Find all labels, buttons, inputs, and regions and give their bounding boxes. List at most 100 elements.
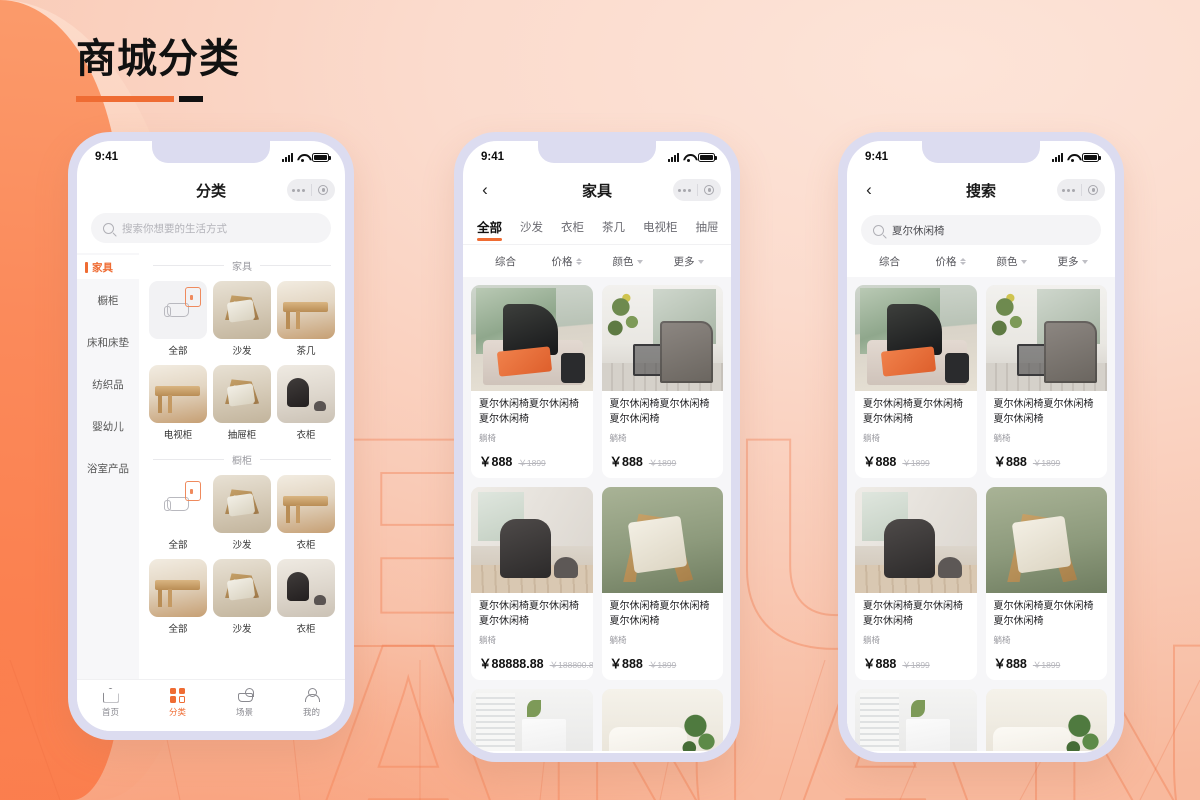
product-card[interactable]: 夏尔休闲椅夏尔休闲椅夏尔休闲椅 躺椅 ￥888 ￥1899: [855, 285, 977, 478]
filter-color[interactable]: 颜色: [981, 254, 1042, 269]
tab-tv-cabinet[interactable]: 电视柜: [634, 217, 687, 243]
filter-comprehensive[interactable]: 综合: [859, 254, 920, 269]
category-item[interactable]: 茶几: [277, 281, 335, 357]
phone1-search-placeholder: 搜索你想要的生活方式: [122, 222, 227, 235]
tab-drawer[interactable]: 抽屉: [687, 217, 728, 243]
mini-program-capsule[interactable]: [287, 179, 335, 201]
filter-more[interactable]: 更多: [1042, 254, 1103, 269]
sofa-placeholder-icon: [149, 281, 207, 339]
filter-label: 价格: [551, 256, 573, 268]
section-rule-left: [153, 458, 224, 460]
category-item[interactable]: 沙发: [213, 475, 271, 551]
filter-comprehensive[interactable]: 综合: [475, 254, 536, 269]
category-item[interactable]: 抽屉柜: [213, 365, 271, 441]
tab-scene[interactable]: 场景: [211, 687, 278, 718]
chevron-left-icon[interactable]: ‹: [473, 178, 497, 202]
product-card[interactable]: 夏尔休闲椅夏尔休闲椅夏尔休闲椅 躺椅 ￥888 ￥1899: [985, 487, 1107, 680]
sidebar-item-active[interactable]: 家具: [77, 255, 139, 279]
category-item[interactable]: 沙发: [213, 559, 271, 635]
phone-mockup-search-results: 9:41 ‹ 搜索 夏尔休闲椅 综合 价格 颜色 更多 夏尔休闲椅夏尔休闲椅夏尔…: [838, 132, 1124, 762]
product-card[interactable]: 夏尔休闲椅夏尔休闲椅夏尔休闲椅 躺椅 ￥888 ￥1899: [601, 689, 723, 751]
category-label: 全部: [168, 540, 188, 551]
category-item[interactable]: 全部: [149, 475, 207, 551]
sidebar-item[interactable]: 纺织品: [77, 363, 139, 405]
category-grid: 全部 沙发 衣柜 全部 沙发 衣柜: [147, 471, 337, 641]
category-item[interactable]: 衣柜: [277, 559, 335, 635]
product-title: 夏尔休闲椅夏尔休闲椅夏尔休闲椅: [609, 399, 710, 425]
product-card[interactable]: 夏尔休闲椅夏尔休闲椅夏尔休闲椅 躺椅 ￥888 ￥1899: [601, 487, 723, 680]
phone2-product-list[interactable]: 夏尔休闲椅夏尔休闲椅夏尔休闲椅 躺椅 ￥888 ￥1899 夏尔休闲椅夏尔休闲椅…: [463, 277, 731, 751]
status-indicators: [1052, 152, 1101, 162]
phone1-notch: [152, 141, 270, 163]
section-header: 橱柜: [147, 447, 337, 471]
tab-home[interactable]: 首页: [77, 687, 144, 718]
tab-sofa[interactable]: 沙发: [511, 217, 552, 243]
chevron-down-icon: [1020, 259, 1027, 264]
target-circle-icon[interactable]: [312, 185, 336, 195]
more-dots-icon[interactable]: [1057, 188, 1081, 192]
filter-label: 价格: [935, 256, 957, 268]
product-original-price: ￥1899: [648, 660, 677, 670]
filter-more[interactable]: 更多: [658, 254, 719, 269]
phone3-search-bar[interactable]: 夏尔休闲椅: [861, 215, 1101, 245]
category-thumb: [213, 365, 271, 423]
product-card[interactable]: 夏尔休闲椅夏尔休闲椅夏尔休闲椅 躺椅 ￥888 ￥1899: [985, 689, 1107, 751]
category-thumb: [277, 281, 335, 339]
sidebar-item[interactable]: 婴幼儿: [77, 405, 139, 447]
more-dots-icon[interactable]: [287, 188, 311, 192]
sidebar-item[interactable]: 浴室产品: [77, 447, 139, 489]
sidebar-item[interactable]: 橱柜: [77, 279, 139, 321]
sidebar-item-label: 纺织品: [92, 378, 124, 391]
product-card[interactable]: 夏尔休闲椅夏尔休闲椅夏尔休闲椅 躺椅 ￥888 ￥1899: [855, 487, 977, 680]
tab-wardrobe[interactable]: 衣柜: [552, 217, 593, 243]
product-subtitle: 躺椅: [863, 433, 881, 443]
category-item[interactable]: 全部: [149, 559, 207, 635]
chevron-left-icon[interactable]: ‹: [857, 178, 881, 202]
product-price: ￥888: [993, 455, 1027, 469]
product-title: 夏尔休闲椅夏尔休闲椅夏尔休闲椅: [993, 601, 1094, 627]
target-circle-icon[interactable]: [698, 185, 722, 195]
mini-program-capsule[interactable]: [673, 179, 721, 201]
category-item[interactable]: 沙发: [213, 281, 271, 357]
product-card[interactable]: 夏尔休闲椅夏尔休闲椅夏尔休闲椅 躺椅 ￥888 ￥1899: [471, 285, 593, 478]
tab-all[interactable]: 全部: [475, 215, 511, 244]
product-card[interactable]: 夏尔休闲椅夏尔休闲椅夏尔休闲椅 躺椅 ￥888 ￥1899: [471, 689, 593, 751]
target-circle-icon[interactable]: [1082, 185, 1106, 195]
category-thumb: [149, 475, 207, 533]
product-card[interactable]: 夏尔休闲椅夏尔休闲椅夏尔休闲椅 躺椅 ￥888 ￥1899: [601, 285, 723, 478]
category-item[interactable]: 衣柜: [277, 475, 335, 551]
underline-orange-segment: [76, 96, 174, 102]
product-card[interactable]: 夏尔休闲椅夏尔休闲椅夏尔休闲椅 躺椅 ￥888 ￥1899: [985, 285, 1107, 478]
chevron-down-icon: [697, 259, 704, 264]
category-item[interactable]: 电视柜: [149, 365, 207, 441]
mini-program-capsule[interactable]: [1057, 179, 1105, 201]
product-image: [471, 689, 593, 751]
tab-profile[interactable]: 我的: [278, 687, 345, 718]
section-rule-left: [153, 264, 224, 266]
phone1-category-content: 家具 全部 沙发 茶几 电视柜 抽屉柜 衣柜 橱柜 全部 沙发 衣柜 全部 沙发…: [139, 253, 345, 689]
category-item[interactable]: 衣柜: [277, 365, 335, 441]
product-image: [601, 487, 723, 593]
more-dots-icon[interactable]: [673, 188, 697, 192]
phone1-search-bar[interactable]: 搜索你想要的生活方式: [91, 213, 331, 243]
product-price: ￥888: [479, 455, 513, 469]
phone2-category-tabs: 全部 沙发 衣柜 茶几 电视柜 抽屉: [463, 209, 731, 245]
filter-color[interactable]: 颜色: [597, 254, 658, 269]
phone2-nav-bar: ‹ 家具: [463, 171, 731, 209]
product-subtitle: 躺椅: [993, 433, 1011, 443]
filter-price[interactable]: 价格: [920, 254, 981, 269]
tab-coffee-table[interactable]: 茶几: [593, 217, 634, 243]
filter-price[interactable]: 价格: [536, 254, 597, 269]
product-image: [601, 689, 723, 751]
sidebar-item-label: 婴幼儿: [92, 420, 124, 433]
product-card[interactable]: 夏尔休闲椅夏尔休闲椅夏尔休闲椅 躺椅 ￥88888.88 ￥188800.88: [471, 487, 593, 680]
product-original-price: ￥188800.88: [549, 660, 593, 670]
category-item[interactable]: 全部: [149, 281, 207, 357]
search-icon: [103, 222, 114, 234]
product-card[interactable]: 夏尔休闲椅夏尔休闲椅夏尔休闲椅 躺椅 ￥888 ￥1899: [855, 689, 977, 751]
section-title: 橱柜: [232, 455, 252, 467]
product-price: ￥888: [993, 657, 1027, 671]
phone3-product-list[interactable]: 夏尔休闲椅夏尔休闲椅夏尔休闲椅 躺椅 ￥888 ￥1899 夏尔休闲椅夏尔休闲椅…: [847, 277, 1115, 751]
tab-categories[interactable]: 分类: [144, 687, 211, 718]
sidebar-item[interactable]: 床和床垫: [77, 321, 139, 363]
